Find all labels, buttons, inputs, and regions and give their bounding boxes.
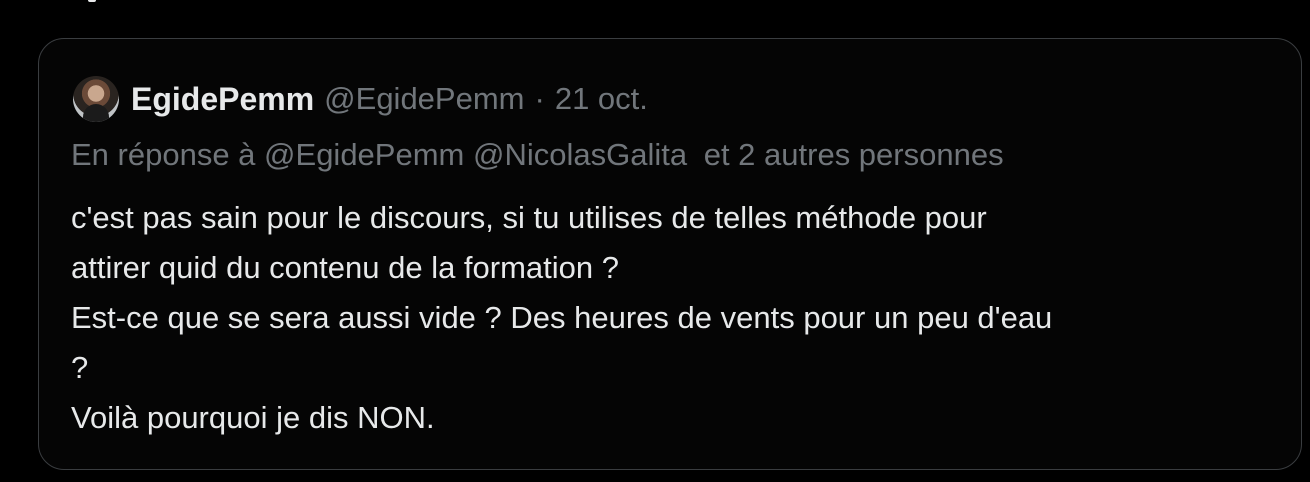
tweet-text: c'est pas sain pour le discours, si tu u… — [71, 193, 1271, 443]
reply-prefix: En réponse à — [71, 137, 256, 172]
reply-mention-nicolasgalita[interactable]: @NicolasGalita — [473, 137, 687, 172]
separator-dot: · — [534, 81, 545, 116]
author-display-name[interactable]: EgidePemm — [131, 81, 314, 118]
tweet-text-line: ? — [71, 350, 89, 385]
tweet-text-line: Est-ce que se sera aussi vide ? Des heur… — [71, 300, 1053, 335]
tweet-header: EgidePemm @EgidePemm · 21 oct. — [73, 75, 648, 123]
author-handle[interactable]: @EgidePemm — [324, 81, 524, 117]
tweet-date[interactable]: 21 oct. — [555, 81, 648, 117]
quoted-tweet-card[interactable]: EgidePemm @EgidePemm · 21 oct. En répons… — [38, 38, 1302, 470]
tweet-text-line: c'est pas sain pour le discours, si tu u… — [71, 200, 987, 235]
tweet-text-line: attirer quid du contenu de la formation … — [71, 250, 620, 285]
reply-context: En réponse à @EgidePemm @NicolasGalita e… — [71, 137, 1004, 173]
previous-content-fragment — [88, 0, 96, 2]
reply-others[interactable]: et 2 autres personnes — [704, 137, 1004, 172]
reply-mention-egidepemm[interactable]: @EgidePemm — [264, 137, 464, 172]
tweet-text-line: Voilà pourquoi je dis NON. — [71, 400, 435, 435]
avatar[interactable] — [73, 76, 119, 122]
